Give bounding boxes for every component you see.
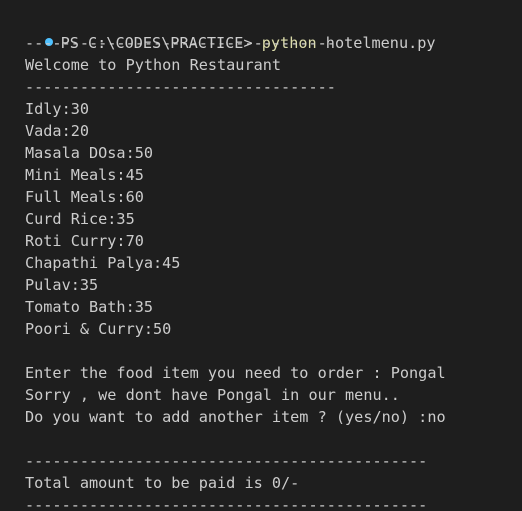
menu-item: Roti Curry:70 [25, 232, 144, 250]
menu-item: Idly:30 [25, 100, 90, 118]
prompt-line: PS C:\CODES\PRACTICE> python hotelmenu.p… [8, 10, 436, 52]
welcome-text: Welcome to Python Restaurant [25, 56, 282, 74]
command-argument: hotelmenu.py [325, 34, 436, 52]
another-item-prompt: Do you want to add another item ? (yes/n… [25, 408, 446, 426]
terminal-panel[interactable]: PS C:\CODES\PRACTICE> python hotelmenu.p… [0, 0, 522, 511]
separator-bottom: ----------------------------------------… [25, 496, 428, 511]
menu-item: Masala DOsa:50 [25, 144, 154, 162]
menu-item: Poori & Curry:50 [25, 320, 172, 338]
menu-item: Chapathi Palya:45 [25, 254, 181, 272]
sorry-message: Sorry , we dont have Pongal in our menu.… [25, 386, 400, 404]
separator-welcome: ---------------------------------- [25, 78, 336, 96]
menu-item: Tomato Bath:35 [25, 298, 154, 316]
menu-item: Full Meals:60 [25, 188, 144, 206]
menu-item: Pulav:35 [25, 276, 99, 294]
total-amount: Total amount to be paid is 0/- [25, 474, 300, 492]
order-prompt: Enter the food item you need to order : … [25, 364, 446, 382]
separator-top: ---------------------------------- [25, 34, 336, 52]
menu-item: Mini Meals:45 [25, 166, 144, 184]
separator-total: ----------------------------------------… [25, 452, 428, 470]
menu-item: Curd Rice:35 [25, 210, 135, 228]
menu-item: Vada:20 [25, 122, 90, 140]
